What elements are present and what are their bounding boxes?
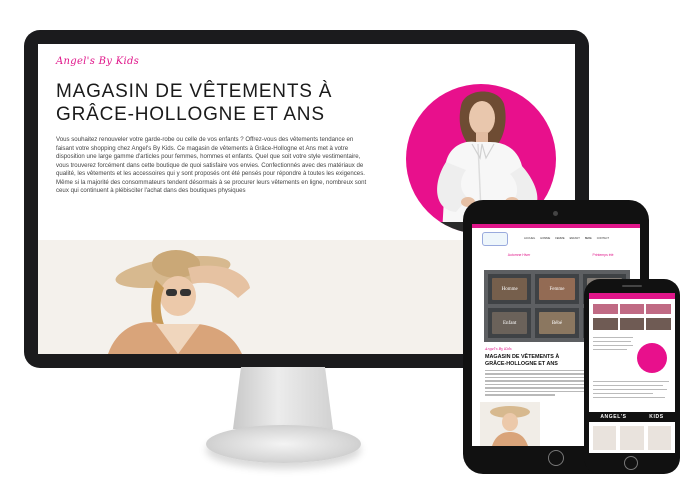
tablet-nav-item[interactable]: CONTACT [597,237,609,240]
category-tile[interactable]: Bébé [535,308,579,338]
category-label: Homme [501,286,518,292]
intro-paragraph: Vous souhaitez renouveler votre garde-ro… [56,136,367,194]
phone-brand-band: ANGEL'S KIDS [589,412,675,422]
tablet-nav-item[interactable]: ACCUEIL [524,237,535,240]
phone-text-line [593,393,653,395]
phone-top-bar [589,293,675,299]
phone-text-line [593,337,633,339]
phone-device: ANGEL'S KIDS [584,279,680,474]
tablet-top-bar [472,224,640,228]
category-label: Enfant [503,320,517,326]
tablet-nav-item[interactable]: BEBE [585,237,592,240]
phone-band-right: KIDS [649,414,664,420]
phone-text-line [593,385,663,387]
brand-logo[interactable]: Angel's By Kids [56,56,139,67]
phone-text-line [593,381,669,383]
season-left-label: Automne Hiver [507,253,531,257]
phone-thumbnail-row [593,304,671,314]
phone-home-button[interactable] [624,456,638,470]
season-right-label: Printemps été [592,253,614,257]
tablet-brand: Angel's By Kids [485,347,512,351]
monitor-stand-base [206,425,361,463]
page-title: MAGASIN DE VÊTEMENTS À GRÂCE-HOLLOGNE ET… [56,80,386,126]
phone-band-left: ANGEL'S [600,414,627,420]
tablet-page-title: MAGASIN DE VÊTEMENTS À GRÂCE-HOLLOGNE ET… [485,354,560,367]
tablet-home-button[interactable] [548,450,564,466]
phone-category-row [593,318,671,330]
category-tile[interactable]: Femme [535,274,579,304]
category-tile[interactable]: Homme [488,274,532,304]
phone-photo-strip [593,426,671,450]
phone-hero-circle [637,343,667,373]
tablet-nav-item[interactable]: ENFANT [570,237,580,240]
category-label: Femme [549,286,565,292]
tablet-paragraph-placeholder [485,370,585,398]
phone-text-line [593,389,667,391]
phone-text-line [593,341,631,343]
page-title-line-1: MAGASIN DE VÊTEMENTS À [56,81,333,102]
page-title-line-2: GRÂCE-HOLLOGNE ET ANS [56,104,325,125]
category-label: Bébé [551,320,563,326]
phone-screen: ANGEL'S KIDS [589,293,675,453]
tablet-logo[interactable] [482,232,508,246]
tablet-nav-item[interactable]: HOMME [540,237,550,240]
phone-text-line [593,397,665,399]
phone-text-line [593,345,633,347]
tablet-banner-photo [480,402,540,446]
phone-text-line [593,349,627,351]
phone-speaker [622,285,642,287]
monitor-stand-neck [233,367,333,429]
category-tile[interactable]: Enfant [488,308,532,338]
tablet-nav: ACCUEIL HOMME FEMME ENFANT BEBE CONTACT [524,237,609,240]
tablet-camera [553,211,558,216]
tablet-nav-item[interactable]: FEMME [555,237,564,240]
